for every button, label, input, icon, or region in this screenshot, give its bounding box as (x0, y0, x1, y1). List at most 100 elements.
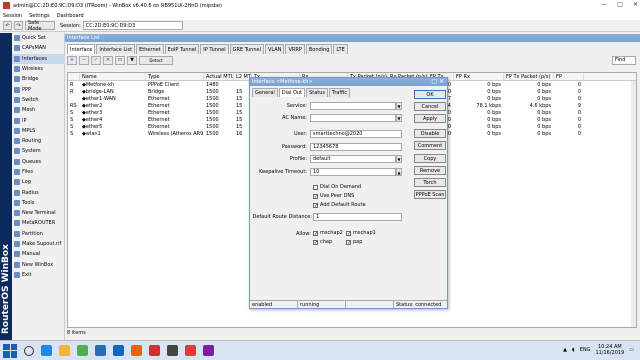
tab-interface[interactable]: Interface (67, 44, 96, 54)
vscode-icon[interactable] (113, 345, 124, 356)
session-input[interactable]: CC:2D:E0:9C:D9:D3 (82, 21, 183, 30)
cancel-button[interactable]: Cancel (414, 102, 446, 111)
apply-button[interactable]: Apply (414, 114, 446, 123)
vertical-scrollbar[interactable] (631, 81, 636, 327)
tab-lte[interactable]: LTE (333, 44, 348, 54)
sidebar-item-bridge[interactable]: Bridge (12, 74, 65, 84)
winbox-icon[interactable] (167, 345, 178, 356)
column-header[interactable]: Type (146, 73, 204, 80)
user-input[interactable]: smarttechno@2020 (310, 130, 402, 138)
remove-button[interactable]: Remove (414, 166, 446, 175)
safe-mode-button[interactable]: Safe Mode (25, 20, 55, 32)
mschap2-checkbox[interactable]: ✓ mschap2 (313, 230, 343, 236)
sidebar-item-wireless[interactable]: Wireless (12, 64, 65, 74)
sidebar-item-new-winbox[interactable]: New WinBox (12, 260, 65, 270)
add-button[interactable]: + (67, 55, 77, 65)
pap-box[interactable]: ✓ (346, 239, 351, 245)
sidebar-item-metarouter[interactable]: MetaROUTER (12, 218, 65, 228)
tab-ip-tunnel[interactable]: IP Tunnel (200, 44, 229, 54)
sidebar-item-make-supout-rif[interactable]: Make Supout.rif (12, 239, 65, 249)
sidebar-item-ip[interactable]: IP (12, 115, 65, 125)
detect-internet-button[interactable]: Detect (139, 55, 173, 65)
profile-dropdown-icon[interactable]: ▼ (396, 155, 402, 163)
filter-button[interactable]: ▼ (127, 55, 137, 65)
chap-checkbox[interactable]: ✓ chap (313, 239, 332, 245)
camera-icon[interactable] (185, 345, 196, 356)
password-input[interactable]: 12345678 (310, 143, 402, 151)
sidebar-item-system[interactable]: System (12, 146, 65, 156)
column-header[interactable]: Name (80, 73, 146, 80)
sidebar-item-tools[interactable]: Tools (12, 198, 65, 208)
pap-checkbox[interactable]: ✓ pap (346, 239, 362, 245)
sidebar-item-radius[interactable]: Radius (12, 187, 65, 197)
column-header[interactable] (68, 73, 80, 80)
menu-dashboard[interactable]: Dashboard (57, 13, 84, 19)
sidebar-item-capsman[interactable]: CAPsMAN (12, 43, 65, 53)
dial-on-demand-checkbox[interactable]: Dial On Demand (313, 184, 361, 190)
mschap1-checkbox[interactable]: ✓ mschap1 (346, 230, 376, 236)
sidebar-item-manual[interactable]: Manual (12, 249, 65, 259)
tab-interface-list[interactable]: Interface List (96, 44, 136, 54)
comment-button[interactable]: Comment (414, 141, 446, 150)
close-button[interactable]: ✕ (633, 1, 638, 8)
dialog-tab-general[interactable]: General (252, 88, 278, 97)
ac-name-dropdown-icon[interactable]: ▼ (396, 114, 402, 122)
keepalive-input[interactable]: 10 (310, 168, 396, 176)
copy-button[interactable]: Copy (414, 154, 446, 163)
mschap1-box[interactable]: ✓ (346, 230, 351, 236)
dialog-tab-status[interactable]: Status (306, 88, 329, 97)
sidebar-item-switch[interactable]: Switch (12, 95, 65, 105)
redo-button[interactable]: ↷ (14, 21, 23, 30)
language-indicator[interactable]: ENG (580, 347, 591, 353)
ide-icon[interactable] (203, 345, 214, 356)
use-peer-dns-box[interactable]: ✓ (313, 193, 318, 199)
tab-bonding[interactable]: Bonding (305, 44, 333, 54)
maximize-button[interactable]: □ (617, 1, 623, 8)
ac-name-input[interactable] (310, 114, 396, 122)
menu-session[interactable]: Session (3, 13, 22, 19)
tab-ethernet[interactable]: Ethernet (136, 44, 164, 54)
column-header[interactable]: FP Tx Packet (p/s) (504, 73, 554, 80)
volume-icon[interactable]: ◖ (572, 347, 575, 353)
sidebar-item-mpls[interactable]: MPLS (12, 126, 65, 136)
sidebar-item-quick-set[interactable]: Quick Set (12, 33, 65, 43)
column-header[interactable]: Actual MTU (204, 73, 234, 80)
sidebar-item-interfaces[interactable]: Interfaces (12, 53, 65, 64)
disable-button[interactable]: Disable (414, 129, 446, 138)
windows-start-icon[interactable] (3, 343, 17, 358)
service-input[interactable] (310, 102, 396, 110)
column-header[interactable]: FP (554, 73, 584, 80)
add-default-route-checkbox[interactable]: ✓ Add Default Route (313, 202, 366, 208)
add-default-route-box[interactable]: ✓ (313, 202, 318, 208)
ok-button[interactable]: OK (414, 90, 446, 99)
network-icon[interactable]: ▲ (563, 347, 567, 353)
chrome-icon[interactable] (77, 345, 88, 356)
default-route-distance-input[interactable]: 1 (313, 213, 402, 221)
keepalive-dropdown-icon[interactable]: ▲ (396, 168, 402, 176)
sidebar-item-partition[interactable]: Partition (12, 229, 65, 239)
tab-eoip-tunnel[interactable]: EoIP Tunnel (164, 44, 200, 54)
tab-vlan[interactable]: VLAN (264, 44, 285, 54)
notification-icon[interactable]: ▭ (629, 347, 634, 353)
dial-on-demand-box[interactable] (313, 184, 318, 190)
comment-button[interactable]: ▭ (115, 55, 125, 65)
find-input[interactable]: Find (612, 55, 636, 65)
remove-button[interactable]: − (79, 55, 89, 65)
tab-vrrp[interactable]: VRRP (285, 44, 305, 54)
disable-button[interactable]: ✕ (103, 55, 113, 65)
sidebar-item-mesh[interactable]: Mesh (12, 105, 65, 115)
firefox-icon[interactable] (131, 345, 142, 356)
dialog-tab-dial-out[interactable]: Dial Out (278, 88, 306, 97)
pppoe-scan-button[interactable]: PPPoE Scan (414, 190, 446, 199)
clock[interactable]: 10:24 AM 11/16/2019 (595, 344, 624, 356)
tab-gre-tunnel[interactable]: GRE Tunnel (229, 44, 264, 54)
chap-box[interactable]: ✓ (313, 239, 318, 245)
store-icon[interactable] (95, 345, 106, 356)
sidebar-item-routing[interactable]: Routing (12, 136, 65, 146)
undo-button[interactable]: ↶ (3, 21, 12, 30)
sidebar-item-ppp[interactable]: PPP (12, 84, 65, 94)
minimize-button[interactable]: — (601, 1, 607, 8)
use-peer-dns-checkbox[interactable]: ✓ Use Peer DNS (313, 193, 354, 199)
column-header[interactable]: FP Rx (454, 73, 504, 80)
sidebar-item-new-terminal[interactable]: New Terminal (12, 208, 65, 218)
